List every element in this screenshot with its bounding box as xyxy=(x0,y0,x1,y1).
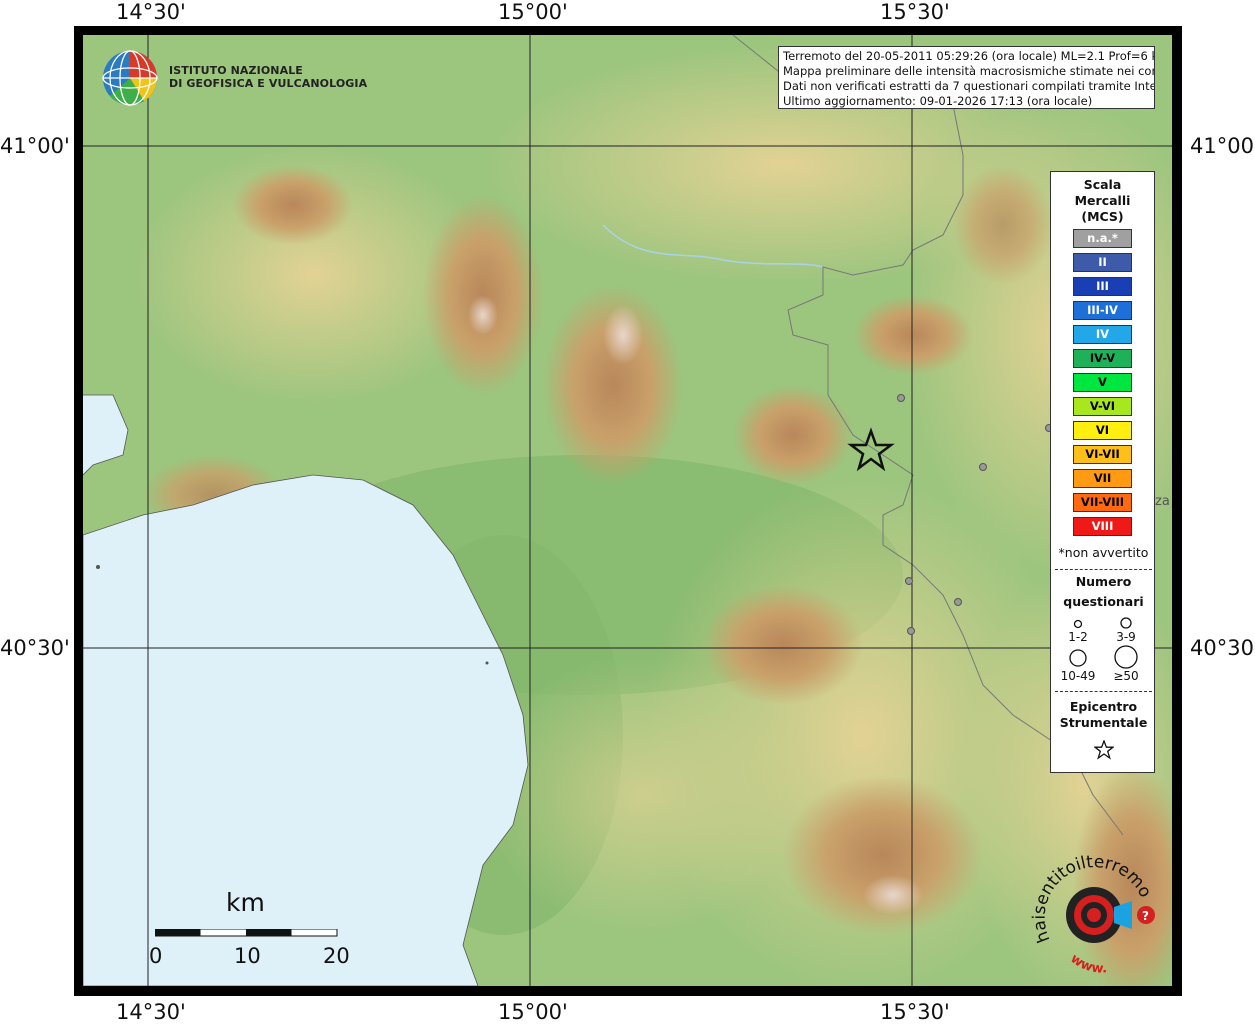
scalebar-label-20: 20 xyxy=(323,944,350,968)
mcs-legend: Scala Mercalli (MCS) n.a.* II III III-IV IV I… xyxy=(1050,171,1155,773)
circle-large-icon xyxy=(1069,649,1087,667)
ingv-logo-icon xyxy=(100,48,164,112)
legend-title: Scala Mercalli (MCS) xyxy=(1051,177,1154,225)
circle-small-icon xyxy=(1073,619,1083,629)
watermark-www: www. xyxy=(1067,951,1107,977)
map-canvas[interactable] xyxy=(83,35,1172,986)
scalebar xyxy=(155,929,338,937)
partial-place-label: za xyxy=(1155,494,1170,509)
legend-divider xyxy=(1055,569,1152,570)
mcs-item-4: IV xyxy=(1073,325,1132,344)
mcs-item-8: VI xyxy=(1073,421,1132,440)
mcs-item-7: V-VI xyxy=(1073,397,1132,416)
lon-label-bottom-1: 14°30' xyxy=(116,1000,186,1024)
legend-title-3: (MCS) xyxy=(1081,209,1124,224)
mcs-item-1: II xyxy=(1073,253,1132,272)
lon-label-bottom-3: 15°30' xyxy=(880,1000,950,1024)
legend-title-2: Mercalli xyxy=(1074,193,1131,208)
relief-map xyxy=(83,35,1172,986)
epicenter-title: Epicentro Strumentale xyxy=(1051,699,1156,731)
questionnaires-title-2: questionari xyxy=(1063,594,1144,609)
circle-xlarge-icon xyxy=(1114,645,1138,669)
ingv-logo-text: ISTITUTO NAZIONALE DI GEOFISICA E VULCAN… xyxy=(169,64,367,90)
scalebar-unit: km xyxy=(226,888,265,917)
circle-medium-icon xyxy=(1120,617,1132,629)
lon-label-top-1: 14°30' xyxy=(116,0,186,24)
mcs-item-2: III xyxy=(1073,277,1132,296)
lat-label-right-1: 41°00' xyxy=(1190,134,1255,158)
logo-line2: DI GEOFISICA E VULCANOLOGIA xyxy=(169,77,368,90)
event-info-box: Terremoto del 20-05-2011 05:29:26 (ora l… xyxy=(778,46,1155,109)
mcs-item-0: n.a.* xyxy=(1073,229,1132,248)
questionnaires-title: Numero questionari xyxy=(1051,572,1156,612)
lon-label-top-2: 15°00' xyxy=(498,0,568,24)
scalebar-label-10: 10 xyxy=(234,944,261,968)
mcs-item-12: VIII xyxy=(1073,517,1132,536)
scalebar-label-0: 0 xyxy=(149,944,163,968)
info-line4: Ultimo aggiornamento: 09-01-2026 17:13 (… xyxy=(783,94,1093,108)
lon-label-bottom-2: 15°00' xyxy=(498,1000,568,1024)
q-label-12: 1-2 xyxy=(1068,630,1088,644)
legend-title-1: Scala xyxy=(1083,177,1122,192)
q-label-50: ≥50 xyxy=(1113,669,1139,683)
mcs-item-10: VII xyxy=(1073,469,1132,488)
epicenter-title-1: Epicentro xyxy=(1069,699,1138,714)
mcs-item-9: VI-VII xyxy=(1073,445,1132,464)
q-label-39: 3-9 xyxy=(1116,630,1136,644)
mcs-item-11: VII-VIII xyxy=(1073,493,1132,512)
lat-label-left-2: 40°30' xyxy=(0,636,70,660)
mcs-item-6: V xyxy=(1073,373,1132,392)
q-label-1049: 10-49 xyxy=(1060,669,1096,683)
svg-text:?: ? xyxy=(1142,909,1149,923)
info-line2: Mappa preliminare delle intensità macros… xyxy=(783,64,1155,78)
mcs-item-3: III-IV xyxy=(1073,301,1132,320)
svg-text:www.: www. xyxy=(1067,951,1107,975)
legend-divider-2 xyxy=(1055,691,1152,692)
mcs-item-5: IV-V xyxy=(1073,349,1132,368)
info-line1: Terremoto del 20-05-2011 05:29:26 (ora l… xyxy=(783,49,1155,63)
legend-note: *non avvertito xyxy=(1058,545,1149,560)
epicenter-title-2: Strumentale xyxy=(1059,715,1148,730)
lat-label-left-1: 41°00' xyxy=(0,134,70,158)
lat-label-right-2: 40°30' xyxy=(1190,636,1255,660)
logo-line1: ISTITUTO NAZIONALE xyxy=(169,64,303,77)
haisentito-logo-icon[interactable]: haisentitoilterremoto.it www. ? xyxy=(1025,840,1160,979)
questionnaires-title-1: Numero xyxy=(1075,574,1132,589)
legend-star-icon xyxy=(1094,740,1114,760)
info-line3: Dati non verificati estratti da 7 questi… xyxy=(783,79,1155,93)
lon-label-top-3: 15°30' xyxy=(880,0,950,24)
